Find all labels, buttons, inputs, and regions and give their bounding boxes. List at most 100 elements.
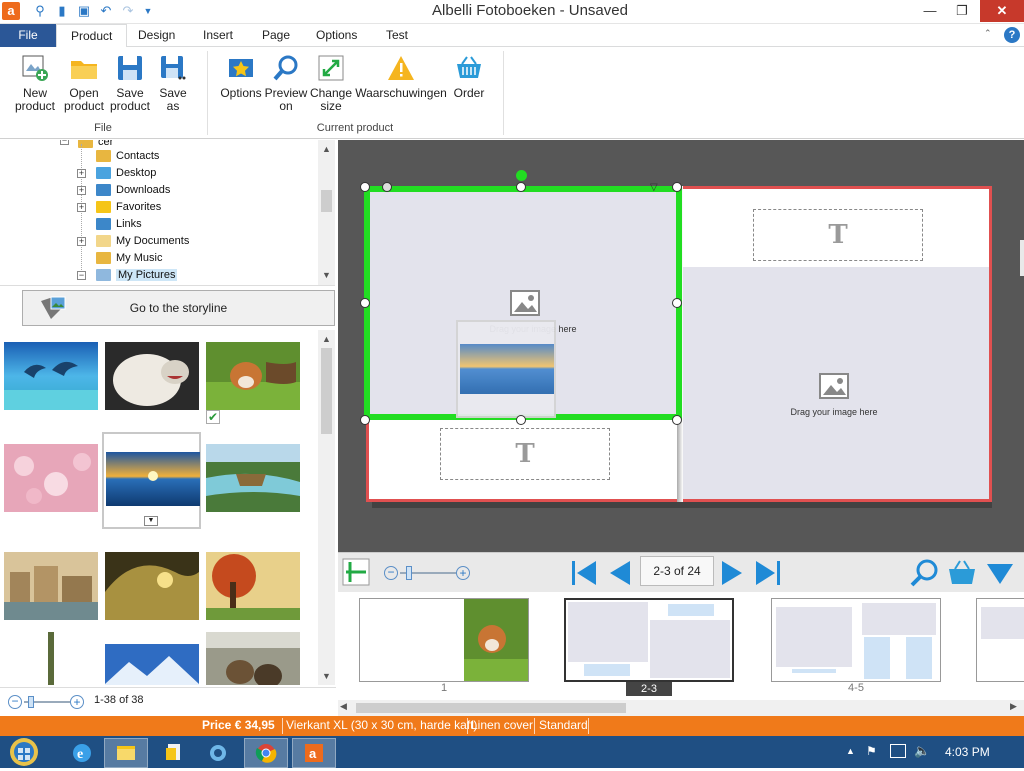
tab-page[interactable]: Page: [248, 24, 304, 47]
tree-item-desktop[interactable]: Desktop: [96, 165, 156, 182]
tab-product[interactable]: Product: [56, 24, 128, 48]
left-text-placeholder[interactable]: T: [440, 428, 610, 480]
photo-fox-cub[interactable]: [206, 342, 300, 410]
thumbnail-scrollbar[interactable]: ◀ ▶: [338, 700, 1024, 716]
grid-layout-icon[interactable]: [342, 558, 370, 586]
resize-handle[interactable]: [382, 182, 392, 192]
rotate-handle[interactable]: [516, 170, 527, 181]
taskbar-chrome[interactable]: [244, 738, 288, 768]
volume-icon[interactable]: 🔈: [914, 743, 930, 759]
scroll-left-icon[interactable]: ◀: [340, 701, 347, 712]
last-page-icon[interactable]: [752, 557, 784, 589]
folder-tree[interactable]: − cer Contacts + Desktop + Downloads + F…: [0, 140, 335, 286]
undo-icon[interactable]: ↶: [98, 3, 114, 19]
show-hidden-icons-icon[interactable]: ▲: [846, 746, 855, 756]
tree-item-favorites[interactable]: Favorites: [96, 199, 161, 216]
tab-file[interactable]: File: [0, 24, 56, 47]
resize-handle[interactable]: [516, 182, 526, 192]
zoom-slider-handle[interactable]: [28, 696, 34, 708]
customize-dropdown-icon[interactable]: ▼: [140, 3, 156, 19]
expand-my-documents-icon[interactable]: +: [77, 237, 86, 246]
tree-item-links[interactable]: Links: [96, 216, 142, 233]
photo-dolphins[interactable]: [4, 342, 98, 410]
photo-golden-wave[interactable]: [105, 552, 199, 620]
zoom-out-icon[interactable]: −: [8, 695, 22, 709]
first-page-icon[interactable]: [568, 557, 600, 589]
expand-panel-triangle-icon[interactable]: [984, 557, 1016, 589]
photo-waterfall-river[interactable]: [206, 444, 300, 512]
tab-test[interactable]: Test: [372, 24, 422, 47]
photo-ice-mountains[interactable]: [105, 644, 199, 685]
order-basket-icon[interactable]: [946, 557, 978, 589]
resize-handle[interactable]: [516, 415, 526, 425]
new-product-button[interactable]: New product: [12, 53, 58, 113]
zoom-in-icon[interactable]: +: [70, 695, 84, 709]
warnings-button[interactable]: Waarschuwingen: [354, 53, 448, 100]
thumbnail-page-next[interactable]: [976, 598, 1024, 682]
close-button[interactable]: ✕: [980, 0, 1024, 22]
resize-handle[interactable]: [360, 415, 370, 425]
photo-sunset-sea[interactable]: [106, 452, 200, 506]
tree-item-my-pictures[interactable]: My Pictures: [96, 267, 178, 284]
tree-item-downloads[interactable]: Downloads: [96, 182, 170, 199]
thumbnail-page-2-3[interactable]: [564, 598, 734, 682]
resize-handle[interactable]: [672, 182, 682, 192]
tab-options[interactable]: Options: [302, 24, 371, 47]
scrollbar-thumb[interactable]: [321, 348, 332, 434]
minimize-button[interactable]: —: [914, 0, 946, 22]
taskbar-app-4[interactable]: [196, 738, 240, 768]
taskbar-albelli[interactable]: a: [292, 738, 336, 768]
photo-partial-bamboo[interactable]: [4, 632, 98, 685]
resize-handle[interactable]: [360, 182, 370, 192]
thumbnail-page-1[interactable]: [359, 598, 529, 682]
tree-collapse-toggle[interactable]: −: [60, 140, 69, 145]
right-image-placeholder[interactable]: Drag your image here: [683, 267, 989, 499]
editor-zoom-out-icon[interactable]: −: [384, 566, 398, 580]
start-button[interactable]: [6, 736, 42, 768]
tab-insert[interactable]: Insert: [189, 24, 247, 47]
resize-handle[interactable]: [672, 415, 682, 425]
photo-options-dropdown-icon[interactable]: ▼: [144, 516, 158, 526]
network-icon[interactable]: [890, 744, 906, 758]
action-center-flag-icon[interactable]: ⚑: [866, 744, 880, 758]
frame-options-icon[interactable]: ▽: [650, 182, 658, 193]
restore-button[interactable]: ❐: [946, 0, 978, 22]
taskbar-explorer[interactable]: [104, 738, 148, 768]
thumbnail-page-4-5[interactable]: [771, 598, 941, 682]
taskbar-app-3[interactable]: [152, 738, 196, 768]
resize-handle[interactable]: [672, 298, 682, 308]
options-button[interactable]: Options: [218, 53, 264, 100]
redo-icon[interactable]: ↷: [120, 3, 136, 19]
collapse-my-pictures-icon[interactable]: −: [77, 271, 86, 280]
scrollbar-thumb[interactable]: [321, 190, 332, 212]
editor-zoom-in-icon[interactable]: +: [456, 566, 470, 580]
right-text-placeholder[interactable]: T: [753, 209, 923, 261]
search-icon[interactable]: ⚲: [32, 3, 48, 19]
save-icon[interactable]: ▣: [76, 3, 92, 19]
save-as-button[interactable]: Save as: [154, 53, 192, 113]
previous-page-icon[interactable]: [604, 557, 636, 589]
order-button[interactable]: Order: [448, 53, 490, 100]
help-icon[interactable]: ?: [1004, 27, 1020, 43]
scroll-up-icon[interactable]: ▲: [318, 332, 335, 346]
preview-on-button[interactable]: Preview on: [264, 53, 308, 113]
photo-autumn-tree[interactable]: [206, 552, 300, 620]
open-product-button[interactable]: Open product: [60, 53, 108, 113]
gallery-scrollbar[interactable]: ▲ ▼: [318, 330, 335, 685]
scroll-down-icon[interactable]: ▼: [318, 268, 335, 282]
go-to-storyline-button[interactable]: Go to the storyline: [22, 290, 335, 326]
collapse-ribbon-icon[interactable]: ⌃: [984, 28, 998, 39]
taskbar-clock[interactable]: 4:03 PM: [945, 745, 990, 759]
photo-birds[interactable]: [206, 632, 300, 685]
next-page-icon[interactable]: [716, 557, 748, 589]
tree-item-contacts[interactable]: Contacts: [96, 148, 159, 165]
tree-scrollbar[interactable]: ▲ ▼: [318, 140, 335, 285]
editor-zoom-handle[interactable]: [406, 566, 412, 580]
tree-item-my-music[interactable]: My Music: [96, 250, 162, 267]
resize-handle[interactable]: [360, 298, 370, 308]
expand-desktop-icon[interactable]: +: [77, 169, 86, 178]
change-size-button[interactable]: Change size: [308, 53, 354, 113]
scroll-right-icon[interactable]: ▶: [1010, 701, 1017, 712]
taskbar-ie[interactable]: e: [60, 738, 104, 768]
photo-old-city[interactable]: [4, 552, 98, 620]
